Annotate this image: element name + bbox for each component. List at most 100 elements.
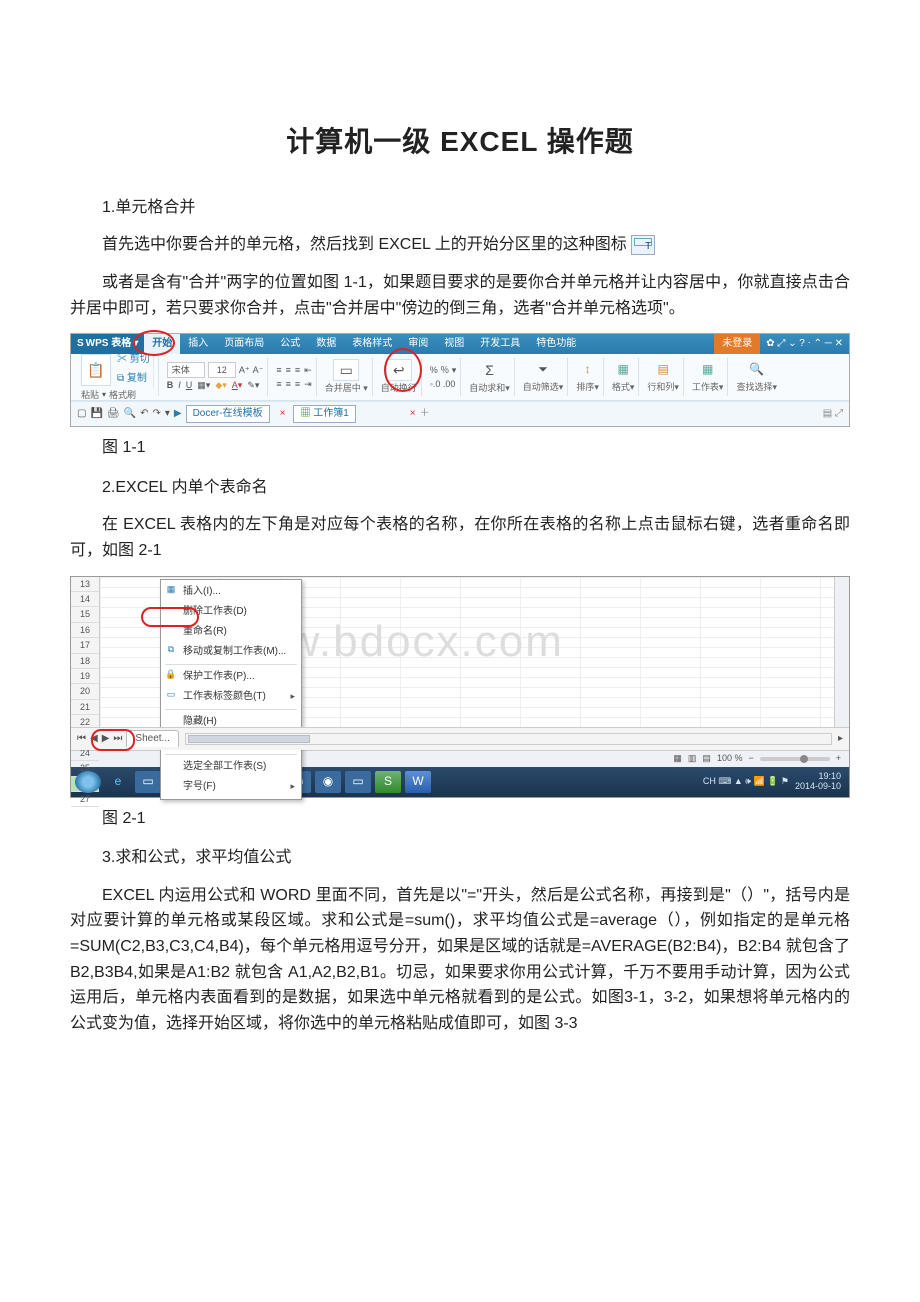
rowcol-button[interactable]: 行和列▾ — [647, 380, 679, 394]
row-header[interactable]: 27 — [71, 792, 99, 807]
tab-formula[interactable]: 公式 — [272, 334, 308, 354]
autofilter-button[interactable]: 自动筛选▾ — [523, 380, 564, 394]
autosum-button[interactable]: 自动求和▾ — [469, 381, 510, 395]
row-header[interactable]: 14 — [71, 592, 99, 607]
indent-dec-icon[interactable]: ⇤ — [304, 363, 312, 377]
wps-writer-taskbar-icon[interactable]: W — [405, 771, 431, 793]
file-explorer-icon[interactable]: ▭ — [135, 771, 161, 793]
grid-cells-area[interactable]: www.bdocx.com ▦插入(I)... 删除工作表(D) 重命名(R) … — [100, 577, 834, 727]
row-header[interactable]: 19 — [71, 669, 99, 684]
start-button[interactable] — [75, 771, 101, 793]
wrap-icon[interactable]: ↩ — [386, 359, 412, 381]
taskbar-clock[interactable]: 19:10 2014-09-10 — [795, 772, 841, 792]
qat-save-icon[interactable]: 💾 — [90, 406, 102, 422]
zoom-in-icon[interactable]: + — [836, 751, 841, 765]
row-header[interactable]: 20 — [71, 684, 99, 699]
tab-review[interactable]: 审阅 — [400, 334, 436, 354]
align-top-icon[interactable]: ≡ — [276, 363, 281, 377]
border-button[interactable]: ▦▾ — [197, 378, 210, 392]
qat-undo-icon[interactable]: ↶ — [140, 406, 148, 422]
scroll-right-icon[interactable]: ▸ — [838, 731, 843, 747]
tab-view[interactable]: 视图 — [436, 334, 472, 354]
find-select-button[interactable]: 查找选择▾ — [736, 380, 777, 394]
sigma-icon[interactable]: Σ — [485, 359, 494, 381]
percent-buttons[interactable]: % ％ ▾ — [430, 363, 457, 377]
sheet-nav-last-icon[interactable]: ⏭ — [113, 731, 122, 747]
menu-rename[interactable]: 重命名(R) — [161, 622, 301, 642]
sheet-tab[interactable]: Sheet... — [126, 730, 178, 747]
tab-features[interactable]: 特色功能 — [528, 334, 584, 354]
row-header[interactable]: 17 — [71, 638, 99, 653]
wps-spreadsheet-taskbar-icon[interactable]: S — [375, 771, 401, 793]
zoom-slider[interactable] — [760, 757, 830, 761]
sheet-nav-prev-icon[interactable]: ◀ — [90, 731, 98, 747]
view-break-icon[interactable]: ▤ — [702, 751, 711, 765]
wrap-button[interactable]: 自动换行 — [381, 381, 417, 395]
indent-inc-icon[interactable]: ⇥ — [304, 377, 312, 391]
rowcol-icon[interactable]: ▤ — [657, 360, 668, 379]
tab-insert[interactable]: 插入 — [180, 334, 216, 354]
menu-insert[interactable]: ▦插入(I)... — [161, 582, 301, 602]
italic-button[interactable]: I — [178, 378, 181, 392]
paste-button[interactable]: 📋 — [81, 354, 111, 386]
view-layout-icon[interactable]: ▥ — [688, 751, 697, 765]
format-icon[interactable]: ▦ — [617, 360, 628, 379]
row-header[interactable]: 21 — [71, 700, 99, 715]
decimals-buttons[interactable]: ◦.0 .00 — [430, 377, 456, 391]
window-controls[interactable]: ✿ ⤢ ⌄ ? ⋅ ⌃ ─ ✕ — [760, 334, 849, 354]
cut-button[interactable]: ✂ 剪切 — [114, 351, 154, 369]
merge-center-button[interactable]: 合并居中 ▾ — [325, 381, 368, 395]
vertical-scrollbar[interactable] — [834, 577, 849, 727]
format-painter-button[interactable]: 格式刷 — [109, 388, 136, 402]
tab-tablestyle[interactable]: 表格样式 — [344, 334, 400, 354]
docer-tab[interactable]: Docer-在线模板 — [186, 405, 270, 423]
bold-button[interactable]: B — [167, 378, 174, 392]
tab-devtools[interactable]: 开发工具 — [472, 334, 528, 354]
tab-data[interactable]: 数据 — [308, 334, 344, 354]
font-name-select[interactable]: 宋体 — [167, 362, 205, 378]
login-badge[interactable]: 未登录 — [714, 334, 760, 354]
taskbar-app-icon[interactable]: ▭ — [345, 771, 371, 793]
menu-protect[interactable]: 🔒保护工作表(P)... — [161, 667, 301, 687]
sheet-nav-first-icon[interactable]: ⏮ — [77, 731, 86, 747]
qat-print-icon[interactable]: 🖨 — [107, 406, 120, 422]
menu-selectall[interactable]: 选定全部工作表(S) — [161, 757, 301, 777]
fill-color-button[interactable]: ◆▾ — [215, 378, 226, 392]
row-header[interactable]: 15 — [71, 607, 99, 622]
font-shrink-icon[interactable]: A⁻ — [253, 363, 264, 377]
worksheet-button[interactable]: 工作表▾ — [692, 380, 724, 394]
add-tab-icon[interactable]: ＋ — [420, 406, 430, 422]
clear-format-button[interactable]: ✎▾ — [247, 378, 259, 392]
tray-icons[interactable]: CH ⌨ ▲ 🕪 📶 🔋 ⚑ — [703, 774, 789, 788]
menu-font[interactable]: 字号(F)▸ — [161, 777, 301, 797]
copy-button[interactable]: ⧉ 复制 — [114, 370, 154, 388]
qat-redo-icon[interactable]: ↷ — [152, 406, 160, 422]
qat-dropdown-icon[interactable]: ▾ — [165, 406, 170, 422]
qat-right-icons[interactable]: ▤ ⤢ — [823, 406, 843, 422]
workbook-close-icon[interactable]: × — [410, 406, 416, 422]
chrome-icon[interactable]: ◉ — [315, 771, 341, 793]
worksheet-icon[interactable]: ▦ — [702, 360, 713, 379]
align-right-icon[interactable]: ≡ — [295, 377, 300, 391]
merge-center-icon[interactable]: ▭ — [333, 359, 359, 381]
find-icon[interactable]: 🔍 — [749, 360, 764, 379]
menu-movecopy[interactable]: ⧉移动或复制工作表(M)... — [161, 642, 301, 662]
funnel-icon[interactable]: ⏷ — [538, 360, 548, 379]
font-size-select[interactable]: 12 — [208, 362, 236, 378]
ie-icon[interactable]: e — [105, 771, 131, 793]
align-left-icon[interactable]: ≡ — [276, 377, 281, 391]
docer-close-icon[interactable]: × — [280, 406, 286, 422]
qat-preview-icon[interactable]: 🔍 — [124, 406, 136, 422]
menu-delete[interactable]: 删除工作表(D) — [161, 602, 301, 622]
sort-icon[interactable]: ↕ — [585, 360, 591, 379]
qat-new-icon[interactable]: ▢ — [77, 406, 86, 422]
sort-button[interactable]: 排序▾ — [576, 380, 599, 394]
zoom-out-icon[interactable]: − — [748, 751, 753, 765]
row-header[interactable]: 16 — [71, 623, 99, 638]
align-mid-icon[interactable]: ≡ — [286, 363, 291, 377]
workbook-tab[interactable]: ▦ 工作簿1 — [293, 405, 355, 423]
menu-tabcolor[interactable]: ▭工作表标签颜色(T)▸ — [161, 687, 301, 707]
row-header[interactable]: 13 — [71, 577, 99, 592]
align-bottom-icon[interactable]: ≡ — [295, 363, 300, 377]
view-normal-icon[interactable]: ▦ — [673, 751, 682, 765]
